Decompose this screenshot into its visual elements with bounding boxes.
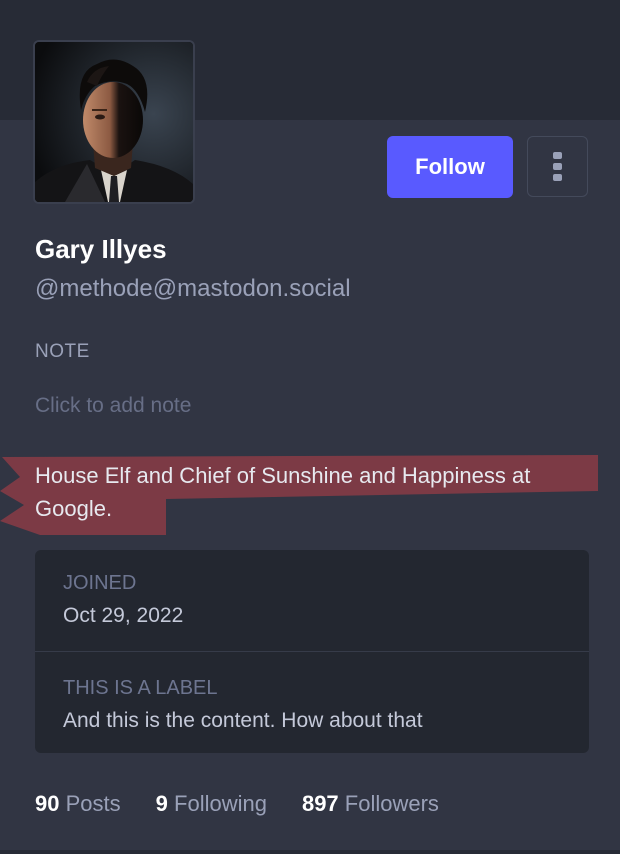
profile-fields: JOINED Oct 29, 2022 THIS IS A LABEL And … [35, 550, 589, 753]
avatar-portrait-image [35, 42, 193, 202]
account-stats: 90 Posts 9 Following 897 Followers [35, 791, 439, 817]
field-label: THIS IS A LABEL [63, 677, 218, 699]
field-value: Oct 29, 2022 [63, 604, 184, 627]
stat-count: 897 [301, 791, 339, 816]
avatar[interactable] [33, 40, 195, 204]
posts-count-link[interactable]: 90 Posts [35, 791, 121, 817]
profile-field-row: THIS IS A LABEL And this is the content.… [35, 653, 589, 753]
account-handle: @methode@mastodon.social [35, 275, 351, 302]
followers-count-link[interactable]: 897 Followers [302, 791, 439, 817]
divider [0, 850, 620, 854]
field-label: JOINED [63, 572, 137, 594]
following-count-link[interactable]: 9 Following [156, 791, 267, 817]
vertical-ellipsis-icon [553, 152, 562, 159]
stat-label: Following [174, 791, 267, 816]
profile-field-row: JOINED Oct 29, 2022 [35, 550, 589, 652]
stat-label: Posts [65, 791, 121, 816]
field-value: And this is the content. How about that [63, 709, 423, 732]
note-heading: NOTE [35, 341, 90, 362]
add-note-input[interactable]: Click to add note [35, 394, 575, 418]
more-options-button[interactable] [527, 136, 588, 197]
vertical-ellipsis-icon-dot [553, 174, 562, 181]
vertical-ellipsis-icon-dot [553, 163, 562, 170]
stat-count: 9 [155, 791, 168, 816]
profile-bio: House Elf and Chief of Sunshine and Happ… [35, 463, 531, 521]
follow-button[interactable]: Follow [387, 136, 513, 198]
display-name: Gary Illyes [35, 234, 167, 264]
stat-label: Followers [344, 791, 439, 816]
stat-count: 90 [35, 791, 60, 816]
